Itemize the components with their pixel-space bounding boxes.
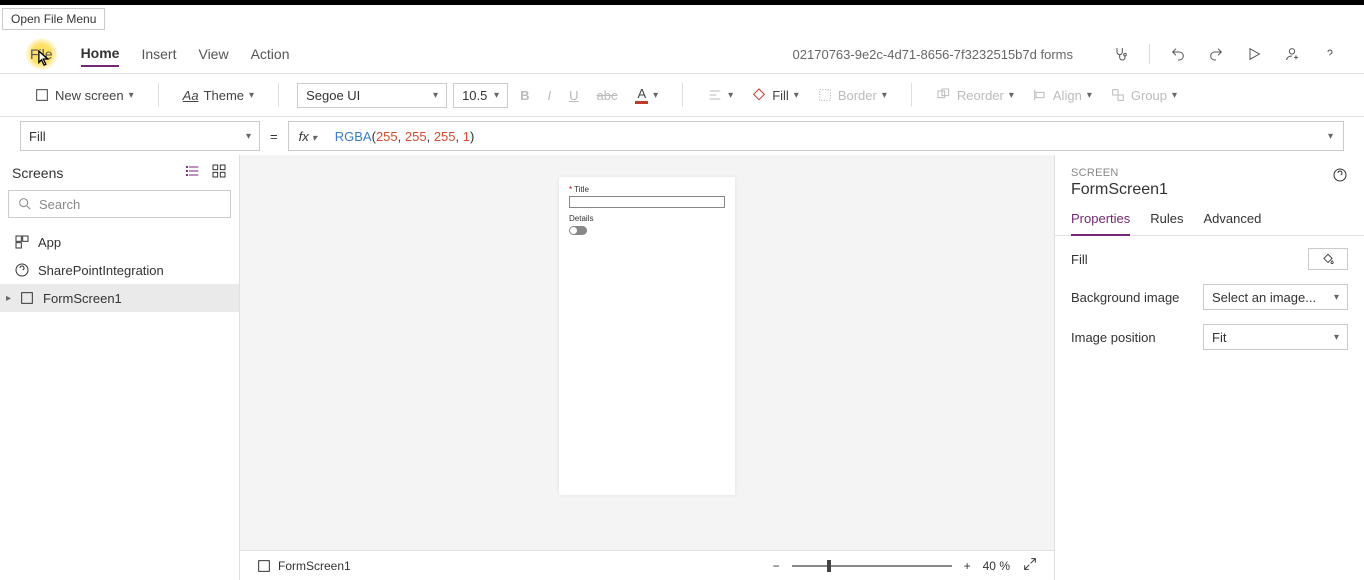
help-icon[interactable]	[1320, 44, 1340, 64]
font-select[interactable]: Segoe UI▾	[297, 83, 447, 108]
prop-bgimage-label: Background image	[1071, 290, 1179, 305]
field-details-toggle[interactable]	[569, 226, 587, 235]
align-icon	[1032, 87, 1048, 103]
font-size-select[interactable]: 10.5▾	[453, 83, 508, 108]
font-color-button[interactable]: A▾	[629, 82, 664, 108]
grid-view-icon[interactable]	[211, 163, 227, 182]
italic-button[interactable]: I	[541, 84, 557, 107]
element-name: FormScreen1	[1071, 181, 1168, 199]
fill-color-picker[interactable]	[1308, 248, 1348, 270]
chevron-right-icon[interactable]: ▸	[6, 293, 11, 304]
help-icon[interactable]	[1332, 167, 1348, 186]
tree-item-sharepoint[interactable]: SharePointIntegration	[0, 256, 239, 284]
new-screen-button[interactable]: New screen ▾	[28, 83, 140, 107]
share-icon[interactable]	[1282, 44, 1302, 64]
expand-formula-icon[interactable]: ▾	[1328, 131, 1333, 142]
app-icon	[14, 234, 30, 250]
list-view-icon[interactable]	[185, 163, 201, 182]
menu-home[interactable]: Home	[81, 45, 120, 67]
fx-label: fx▾	[299, 129, 317, 144]
zoom-out-button[interactable]: −	[773, 559, 780, 573]
screen-icon	[19, 290, 35, 306]
tab-properties[interactable]: Properties	[1071, 211, 1130, 236]
stethoscope-icon[interactable]	[1111, 44, 1131, 64]
paint-bucket-icon	[751, 87, 767, 103]
formula-bar: Fill▾ = fx▾ RGBA(255, 255, 255, 1) ▾	[0, 117, 1364, 155]
reorder-button[interactable]: Reorder▾	[930, 83, 1020, 107]
equals-label: =	[270, 129, 278, 144]
field-title-input[interactable]	[569, 196, 725, 208]
properties-panel: SCREEN FormScreen1 Properties Rules Adva…	[1054, 155, 1364, 580]
imgpos-select[interactable]: Fit▾	[1203, 324, 1348, 350]
align-button[interactable]: Align▾	[1026, 83, 1098, 107]
property-select[interactable]: Fill▾	[20, 121, 260, 151]
tree-item-formscreen1[interactable]: ▸ FormScreen1	[0, 284, 239, 312]
search-icon	[17, 196, 33, 212]
prop-fill-label: Fill	[1071, 252, 1088, 267]
integration-icon	[14, 262, 30, 278]
strike-button[interactable]: abc	[590, 84, 623, 107]
zoom-in-button[interactable]: +	[964, 559, 971, 573]
screen-icon	[256, 558, 272, 574]
new-screen-icon	[34, 87, 50, 103]
theme-button[interactable]: Aa Theme ▾	[177, 84, 260, 107]
undo-icon[interactable]	[1168, 44, 1188, 64]
back-row: arePoint	[0, 5, 1364, 35]
prop-imgpos-label: Image position	[1071, 330, 1156, 345]
play-icon[interactable]	[1244, 44, 1264, 64]
document-name: 02170763-9e2c-4d71-8656-7f3232515b7d for…	[793, 47, 1073, 62]
field-title-label: Title	[574, 185, 589, 194]
element-type-label: SCREEN	[1071, 167, 1168, 179]
status-bar: FormScreen1 − + 40 %	[240, 550, 1054, 580]
tree-item-app[interactable]: App	[0, 228, 239, 256]
bgimage-select[interactable]: Select an image...▾	[1203, 284, 1348, 310]
breadcrumb[interactable]: FormScreen1	[278, 559, 351, 573]
border-icon	[817, 87, 833, 103]
tooltip-open-file: Open File Menu	[2, 8, 105, 30]
search-input[interactable]: Search	[8, 190, 231, 218]
border-button[interactable]: Border▾	[811, 83, 893, 107]
align-text-button[interactable]: ▾	[701, 83, 739, 107]
chevron-down-icon: ▾	[129, 90, 134, 101]
menu-view[interactable]: View	[198, 46, 228, 62]
tab-advanced[interactable]: Advanced	[1204, 211, 1262, 235]
redo-icon[interactable]	[1206, 44, 1226, 64]
menu-insert[interactable]: Insert	[141, 46, 176, 62]
form-preview[interactable]: *Title Details	[559, 177, 735, 495]
menu-bar: File Home Insert View Action 02170763-9e…	[0, 35, 1364, 73]
tab-rules[interactable]: Rules	[1150, 211, 1183, 235]
theme-icon: Aa	[183, 88, 199, 103]
group-button[interactable]: Group▾	[1104, 83, 1183, 107]
reorder-icon	[936, 87, 952, 103]
menu-action[interactable]: Action	[251, 46, 290, 62]
screens-panel: Screens Search App SharePointIntegration	[0, 155, 240, 580]
toolbar: New screen ▾ Aa Theme ▾ Segoe UI▾ 10.5▾ …	[0, 73, 1364, 117]
zoom-slider[interactable]	[792, 565, 952, 567]
fullscreen-icon[interactable]	[1022, 556, 1038, 575]
underline-button[interactable]: U	[563, 84, 584, 107]
screens-panel-title: Screens	[12, 165, 63, 181]
zoom-value: 40	[983, 559, 996, 573]
menu-file[interactable]: File	[24, 38, 59, 70]
bold-button[interactable]: B	[514, 84, 535, 107]
fill-button[interactable]: Fill▾	[745, 83, 805, 107]
group-icon	[1110, 87, 1126, 103]
formula-input[interactable]: fx▾ RGBA(255, 255, 255, 1) ▾	[288, 121, 1344, 151]
paint-bucket-icon	[1321, 252, 1335, 266]
field-details-label: Details	[569, 214, 593, 223]
canvas[interactable]: *Title Details FormScreen1 − + 40 %	[240, 155, 1054, 580]
separator	[1149, 44, 1150, 64]
